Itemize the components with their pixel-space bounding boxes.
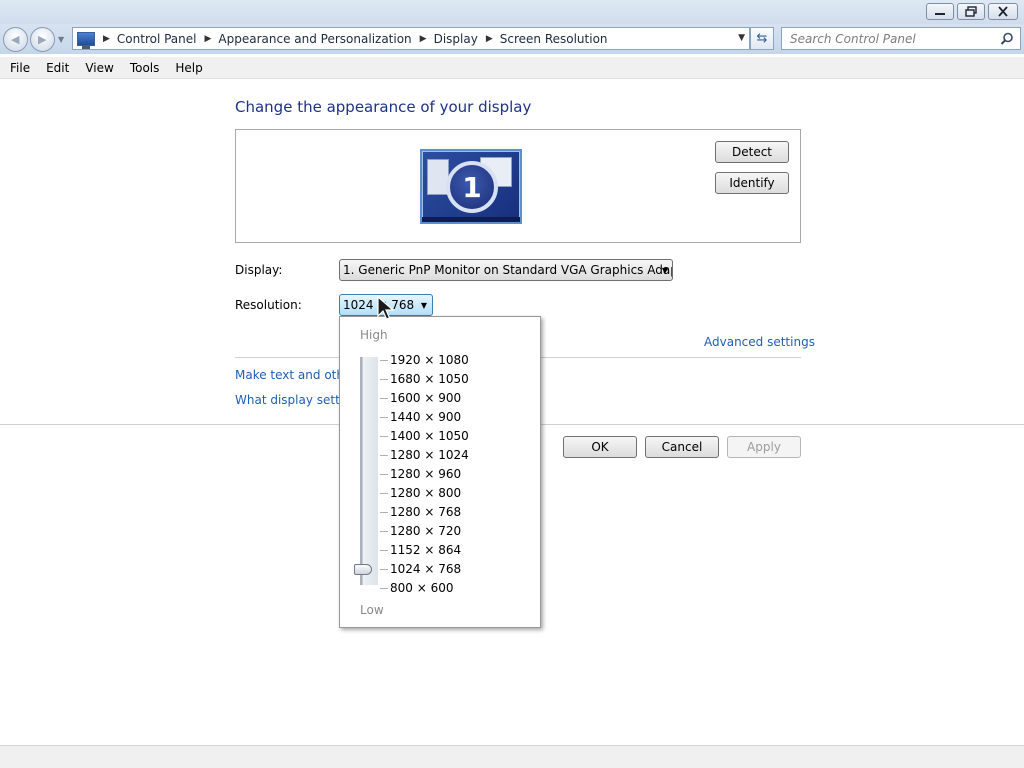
menu-help[interactable]: Help bbox=[166, 61, 209, 75]
menu-file[interactable]: File bbox=[0, 61, 37, 75]
monitor-1-taskbar-thumbnail bbox=[422, 217, 520, 222]
breadcrumb-arrow-icon[interactable]: ▶ bbox=[486, 34, 493, 44]
resolution-option[interactable]: 1400 × 1050 bbox=[390, 429, 469, 443]
slider-tick-mark bbox=[380, 512, 388, 513]
resolution-option[interactable]: 1152 × 864 bbox=[390, 543, 461, 557]
minimize-icon bbox=[935, 12, 945, 15]
address-bar[interactable]: ▶ Control Panel ▶ Appearance and Persona… bbox=[72, 27, 750, 50]
menu-edit[interactable]: Edit bbox=[37, 61, 76, 75]
low-label: Low bbox=[360, 603, 384, 617]
slider-tick-mark bbox=[380, 455, 388, 456]
refresh-button[interactable]: ⇆ bbox=[750, 27, 774, 50]
resolution-label: Resolution: bbox=[235, 298, 302, 312]
slider-tick-mark bbox=[380, 398, 388, 399]
address-dropdown-icon[interactable]: ▼ bbox=[738, 33, 745, 43]
search-icon[interactable] bbox=[1000, 32, 1014, 46]
navigation-bar: ◀ ▶ ▼ ▶ Control Panel ▶ Appearance and P… bbox=[0, 24, 1024, 54]
status-bar bbox=[0, 745, 1024, 768]
monitor-number-badge: 1 bbox=[446, 161, 498, 213]
advanced-settings-link[interactable]: Advanced settings bbox=[704, 335, 815, 349]
forward-arrow-icon: ▶ bbox=[38, 33, 47, 46]
slider-tick-mark bbox=[380, 550, 388, 551]
breadcrumb-label[interactable]: Screen Resolution bbox=[500, 32, 608, 46]
slider-tick-mark bbox=[380, 531, 388, 532]
title-bar bbox=[0, 0, 1024, 24]
control-panel-icon bbox=[77, 31, 95, 49]
resolution-option[interactable]: 1280 × 768 bbox=[390, 505, 461, 519]
resolution-option[interactable]: 1920 × 1080 bbox=[390, 353, 469, 367]
breadcrumb-control-panel[interactable]: ▶ Control Panel bbox=[95, 32, 197, 46]
resolution-option[interactable]: 1600 × 900 bbox=[390, 391, 461, 405]
slider-tick-mark bbox=[380, 379, 388, 380]
menu-view[interactable]: View bbox=[76, 61, 120, 75]
slider-tick-mark bbox=[380, 360, 388, 361]
resolution-option[interactable]: 1280 × 1024 bbox=[390, 448, 469, 462]
page-title: Change the appearance of your display bbox=[235, 98, 532, 116]
resolution-option[interactable]: 1024 × 768 bbox=[390, 562, 461, 576]
resolution-dropdown: High Low 1920 × 1080 1680 × 1050 1600 × 90… bbox=[339, 316, 541, 628]
resolution-option[interactable]: 1440 × 900 bbox=[390, 410, 461, 424]
cancel-button[interactable]: Cancel bbox=[645, 436, 719, 458]
minimize-button[interactable] bbox=[926, 3, 954, 20]
search-input[interactable] bbox=[790, 31, 990, 46]
resolution-option[interactable]: 1280 × 960 bbox=[390, 467, 461, 481]
chevron-down-icon: ▼ bbox=[661, 266, 668, 275]
resolution-slider-track[interactable] bbox=[362, 357, 378, 585]
display-label: Display: bbox=[235, 263, 283, 277]
breadcrumb-label[interactable]: Display bbox=[434, 32, 478, 46]
menu-tools[interactable]: Tools bbox=[121, 61, 167, 75]
apply-button[interactable]: Apply bbox=[727, 436, 801, 458]
resolution-slider-thumb[interactable] bbox=[354, 564, 372, 575]
resolution-option[interactable]: 1280 × 800 bbox=[390, 486, 461, 500]
breadcrumb-appearance[interactable]: ▶ Appearance and Personalization bbox=[197, 32, 412, 46]
identify-button[interactable]: Identify bbox=[715, 172, 789, 194]
breadcrumb-label[interactable]: Control Panel bbox=[117, 32, 197, 46]
display-select-value: 1. Generic PnP Monitor on Standard VGA G… bbox=[343, 263, 673, 277]
slider-tick-mark bbox=[380, 588, 388, 589]
resolution-option[interactable]: 800 × 600 bbox=[390, 581, 454, 595]
mouse-cursor-icon bbox=[377, 296, 395, 320]
chevron-down-icon: ▼ bbox=[420, 301, 427, 310]
breadcrumb-display[interactable]: ▶ Display bbox=[412, 32, 478, 46]
slider-tick-mark bbox=[380, 569, 388, 570]
close-icon bbox=[998, 6, 1008, 17]
high-label: High bbox=[360, 328, 388, 342]
breadcrumb-arrow-icon[interactable]: ▶ bbox=[420, 34, 427, 44]
restore-icon bbox=[965, 6, 977, 17]
close-button[interactable] bbox=[988, 3, 1018, 20]
forward-button[interactable]: ▶ bbox=[30, 27, 55, 52]
monitor-arrangement-panel: 1 Detect Identify bbox=[235, 129, 801, 243]
restore-button[interactable] bbox=[957, 3, 985, 20]
detect-button[interactable]: Detect bbox=[715, 141, 789, 163]
back-button[interactable]: ◀ bbox=[3, 27, 28, 52]
display-select[interactable]: 1. Generic PnP Monitor on Standard VGA G… bbox=[339, 259, 673, 281]
resolution-option[interactable]: 1680 × 1050 bbox=[390, 372, 469, 386]
refresh-icon: ⇆ bbox=[756, 31, 768, 46]
ok-button[interactable]: OK bbox=[563, 436, 637, 458]
breadcrumb-arrow-icon[interactable]: ▶ bbox=[103, 34, 110, 44]
back-arrow-icon: ◀ bbox=[11, 33, 20, 46]
search-box[interactable] bbox=[781, 27, 1021, 50]
resolution-option[interactable]: 1280 × 720 bbox=[390, 524, 461, 538]
breadcrumb-arrow-icon[interactable]: ▶ bbox=[205, 34, 212, 44]
slider-tick-mark bbox=[380, 417, 388, 418]
slider-tick-mark bbox=[380, 436, 388, 437]
slider-tick-mark bbox=[380, 474, 388, 475]
monitor-1-icon[interactable]: 1 bbox=[420, 149, 522, 224]
slider-tick-mark bbox=[380, 493, 388, 494]
resolution-slider-rail bbox=[360, 357, 362, 585]
recent-pages-dropdown-icon[interactable]: ▼ bbox=[58, 35, 64, 44]
breadcrumb-screen-resolution[interactable]: ▶ Screen Resolution bbox=[478, 32, 608, 46]
breadcrumb-label[interactable]: Appearance and Personalization bbox=[218, 32, 411, 46]
menu-bar: File Edit View Tools Help bbox=[0, 57, 1024, 79]
